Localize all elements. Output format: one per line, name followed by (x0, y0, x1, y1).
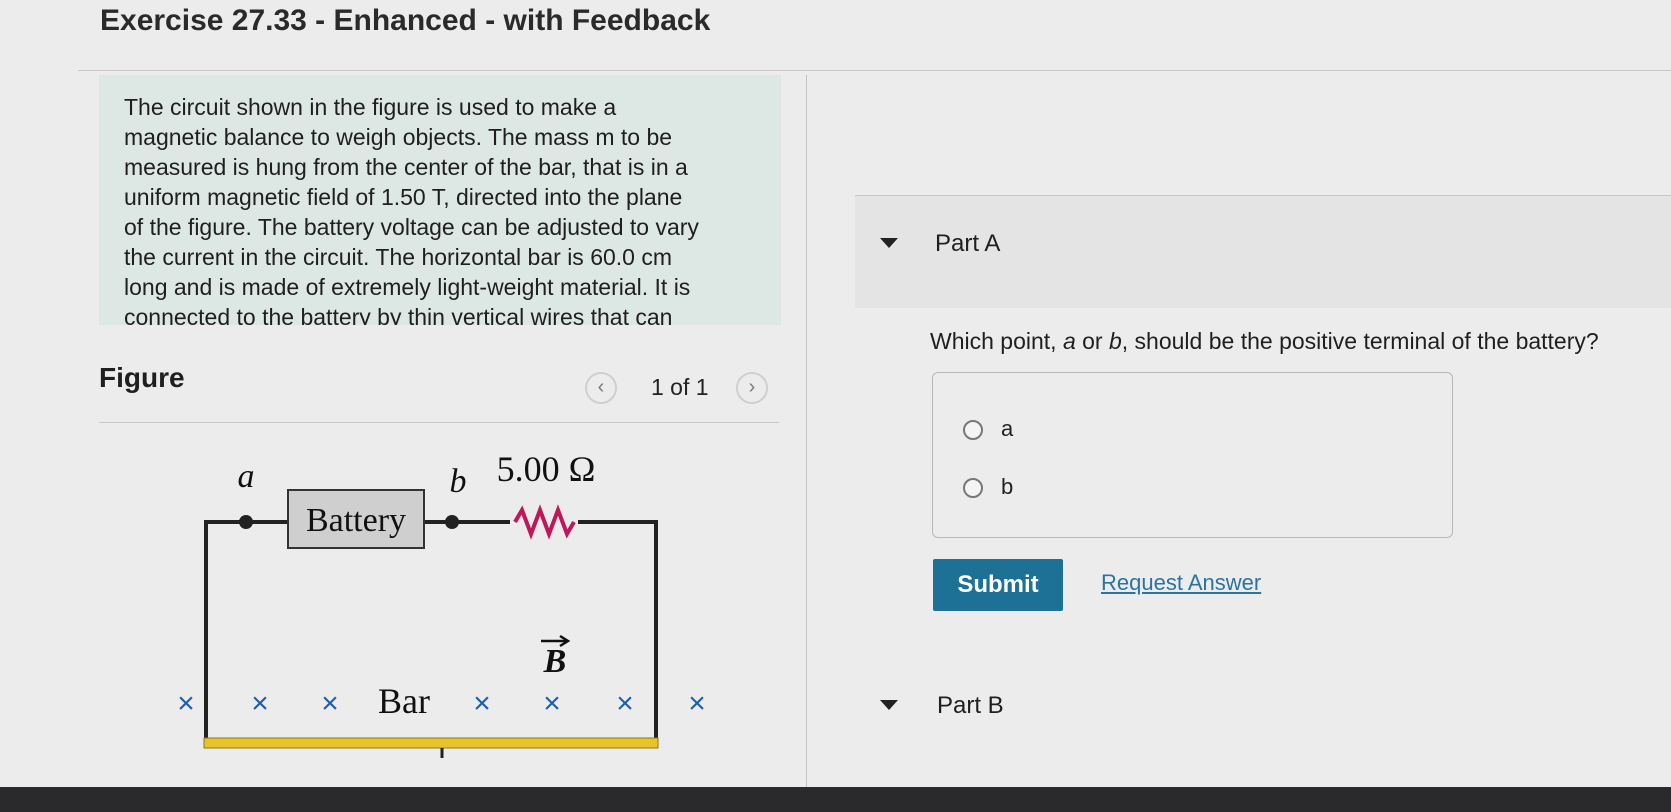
next-figure-button[interactable]: › (736, 372, 768, 404)
option-b-radio[interactable]: b (963, 474, 1013, 500)
option-a-radio[interactable]: a (963, 416, 1013, 442)
question-text: or (1075, 328, 1109, 354)
point-a-dot (239, 515, 253, 529)
circuit-diagram: Battery a b 5.00 Ω B Bar × × × × × × × (177, 449, 706, 758)
column-divider (806, 75, 807, 787)
submit-button[interactable]: Submit (933, 559, 1063, 611)
field-x-mark: × (251, 687, 269, 720)
point-b-dot (445, 515, 459, 529)
question-text: Which point, (930, 328, 1063, 354)
field-label: B (543, 643, 567, 680)
point-b-label: b (450, 463, 467, 500)
field-x-mark: × (473, 687, 491, 720)
problem-line: measured is hung from the center of the … (124, 154, 688, 180)
caret-down-icon[interactable] (880, 700, 898, 710)
battery-label: Battery (306, 502, 406, 539)
figure-label: Figure (99, 362, 185, 393)
resistor-icon (513, 504, 576, 540)
caret-down-icon[interactable] (880, 238, 898, 248)
figure-page-counter: 1 of 1 (651, 374, 709, 400)
header-divider (78, 70, 1671, 71)
field-x-mark: × (616, 687, 634, 720)
part-a-question: Which point, a or b, should be the posit… (930, 328, 1599, 355)
problem-line: magnetic balance to weigh objects. The m… (124, 124, 673, 150)
option-b-label: b (1001, 474, 1014, 499)
taskbar (0, 787, 1671, 812)
previous-figure-button[interactable]: ‹ (585, 372, 617, 404)
problem-line: the current in the circuit. The horizont… (124, 244, 673, 270)
problem-line: The circuit shown in the figure is used … (124, 94, 617, 120)
problem-statement-panel[interactable]: The circuit shown in the figure is used … (99, 75, 781, 325)
radio-button-icon[interactable] (963, 420, 983, 441)
field-x-mark: × (688, 687, 706, 720)
chevron-right-icon: › (748, 376, 756, 398)
left-wire (204, 520, 290, 743)
bar-label: Bar (378, 681, 430, 721)
field-x-mark: × (543, 687, 561, 720)
problem-line: connected to the battery by thin vertica… (124, 304, 673, 325)
field-x-mark: × (321, 687, 339, 720)
request-answer-link[interactable]: Request Answer (1101, 570, 1261, 596)
problem-line: of the figure. The battery voltage can b… (124, 214, 699, 240)
part-a-label[interactable]: Part A (935, 230, 1000, 258)
radio-button-icon[interactable] (963, 478, 983, 499)
question-point-b: b (1108, 328, 1122, 354)
field-x-mark: × (177, 687, 195, 720)
answer-options-box (932, 372, 1453, 538)
bar-rod (203, 737, 659, 749)
resistance-label: 5.00 Ω (497, 449, 596, 489)
question-point-a: a (1062, 328, 1076, 354)
problem-text: The circuit shown in the figure is used … (124, 92, 754, 325)
option-a-label: a (1001, 416, 1014, 441)
page-title: Exercise 27.33 - Enhanced - with Feedbac… (100, 4, 711, 37)
part-b-label[interactable]: Part B (937, 692, 1004, 720)
figure-divider (99, 422, 779, 423)
point-a-label: a (238, 458, 255, 495)
problem-line: uniform magnetic field of 1.50 T, direct… (124, 184, 683, 210)
question-text: , should be the positive terminal of the… (1121, 328, 1599, 354)
chevron-left-icon: ‹ (597, 376, 605, 398)
problem-line: long and is made of extremely light-weig… (124, 274, 691, 300)
